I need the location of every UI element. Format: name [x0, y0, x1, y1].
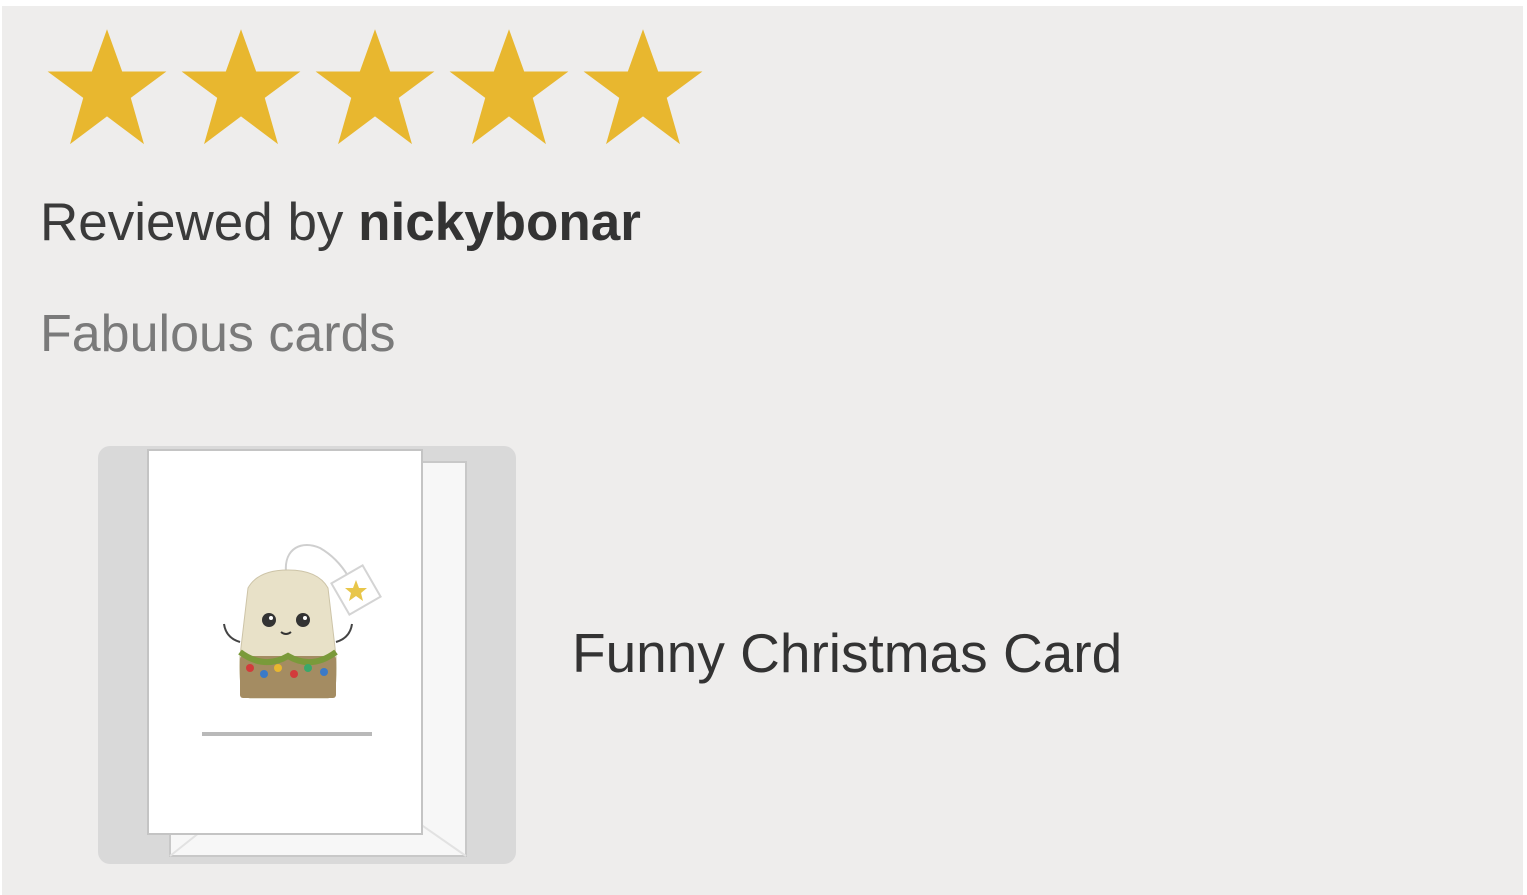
reviewer-name: nickybonar — [358, 193, 641, 252]
review-card: Reviewed by nickybonar Fabulous cards Fu… — [2, 6, 1523, 895]
review-text: Fabulous cards — [40, 305, 396, 363]
product-thumbnail[interactable] — [98, 446, 516, 864]
reviewer-line: Reviewed by nickybonar — [40, 196, 641, 249]
product-link[interactable]: Funny Christmas Card — [98, 446, 1198, 864]
star-icon — [315, 29, 435, 145]
star-icon — [583, 29, 703, 145]
star-icon — [47, 29, 167, 145]
product-title[interactable]: Funny Christmas Card — [572, 626, 1122, 681]
star-rating — [40, 24, 710, 156]
christmas-tea-bag-card-image — [147, 449, 467, 857]
reviewed-by-label: Reviewed by — [40, 193, 359, 252]
star-icon — [449, 29, 569, 145]
star-icon — [181, 29, 301, 145]
